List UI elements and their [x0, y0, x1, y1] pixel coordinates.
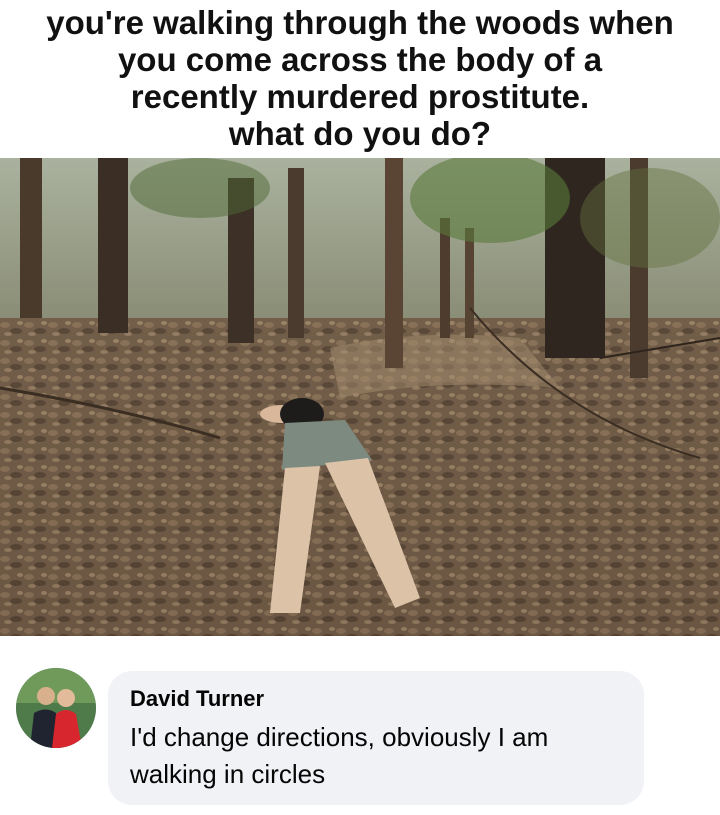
caption-line-1: you're walking through the woods when — [46, 4, 674, 41]
caption-line-2: you come across the body of a — [117, 41, 603, 78]
caption-line-3: recently murdered prostitute. — [130, 78, 590, 115]
meme-caption: you're walking through the woods when yo… — [0, 0, 720, 158]
comment-bubble: David Turner I'd change directions, obvi… — [108, 671, 644, 805]
profile-photo-avatar[interactable] — [16, 668, 96, 748]
comment-text: I'd change directions, obviously I am wa… — [130, 722, 549, 789]
forest-scene-photo — [0, 158, 720, 636]
comment-section: David Turner I'd change directions, obvi… — [0, 636, 720, 815]
caption-line-4: what do you do? — [228, 115, 492, 152]
comment-author-name[interactable]: David Turner — [130, 685, 622, 713]
